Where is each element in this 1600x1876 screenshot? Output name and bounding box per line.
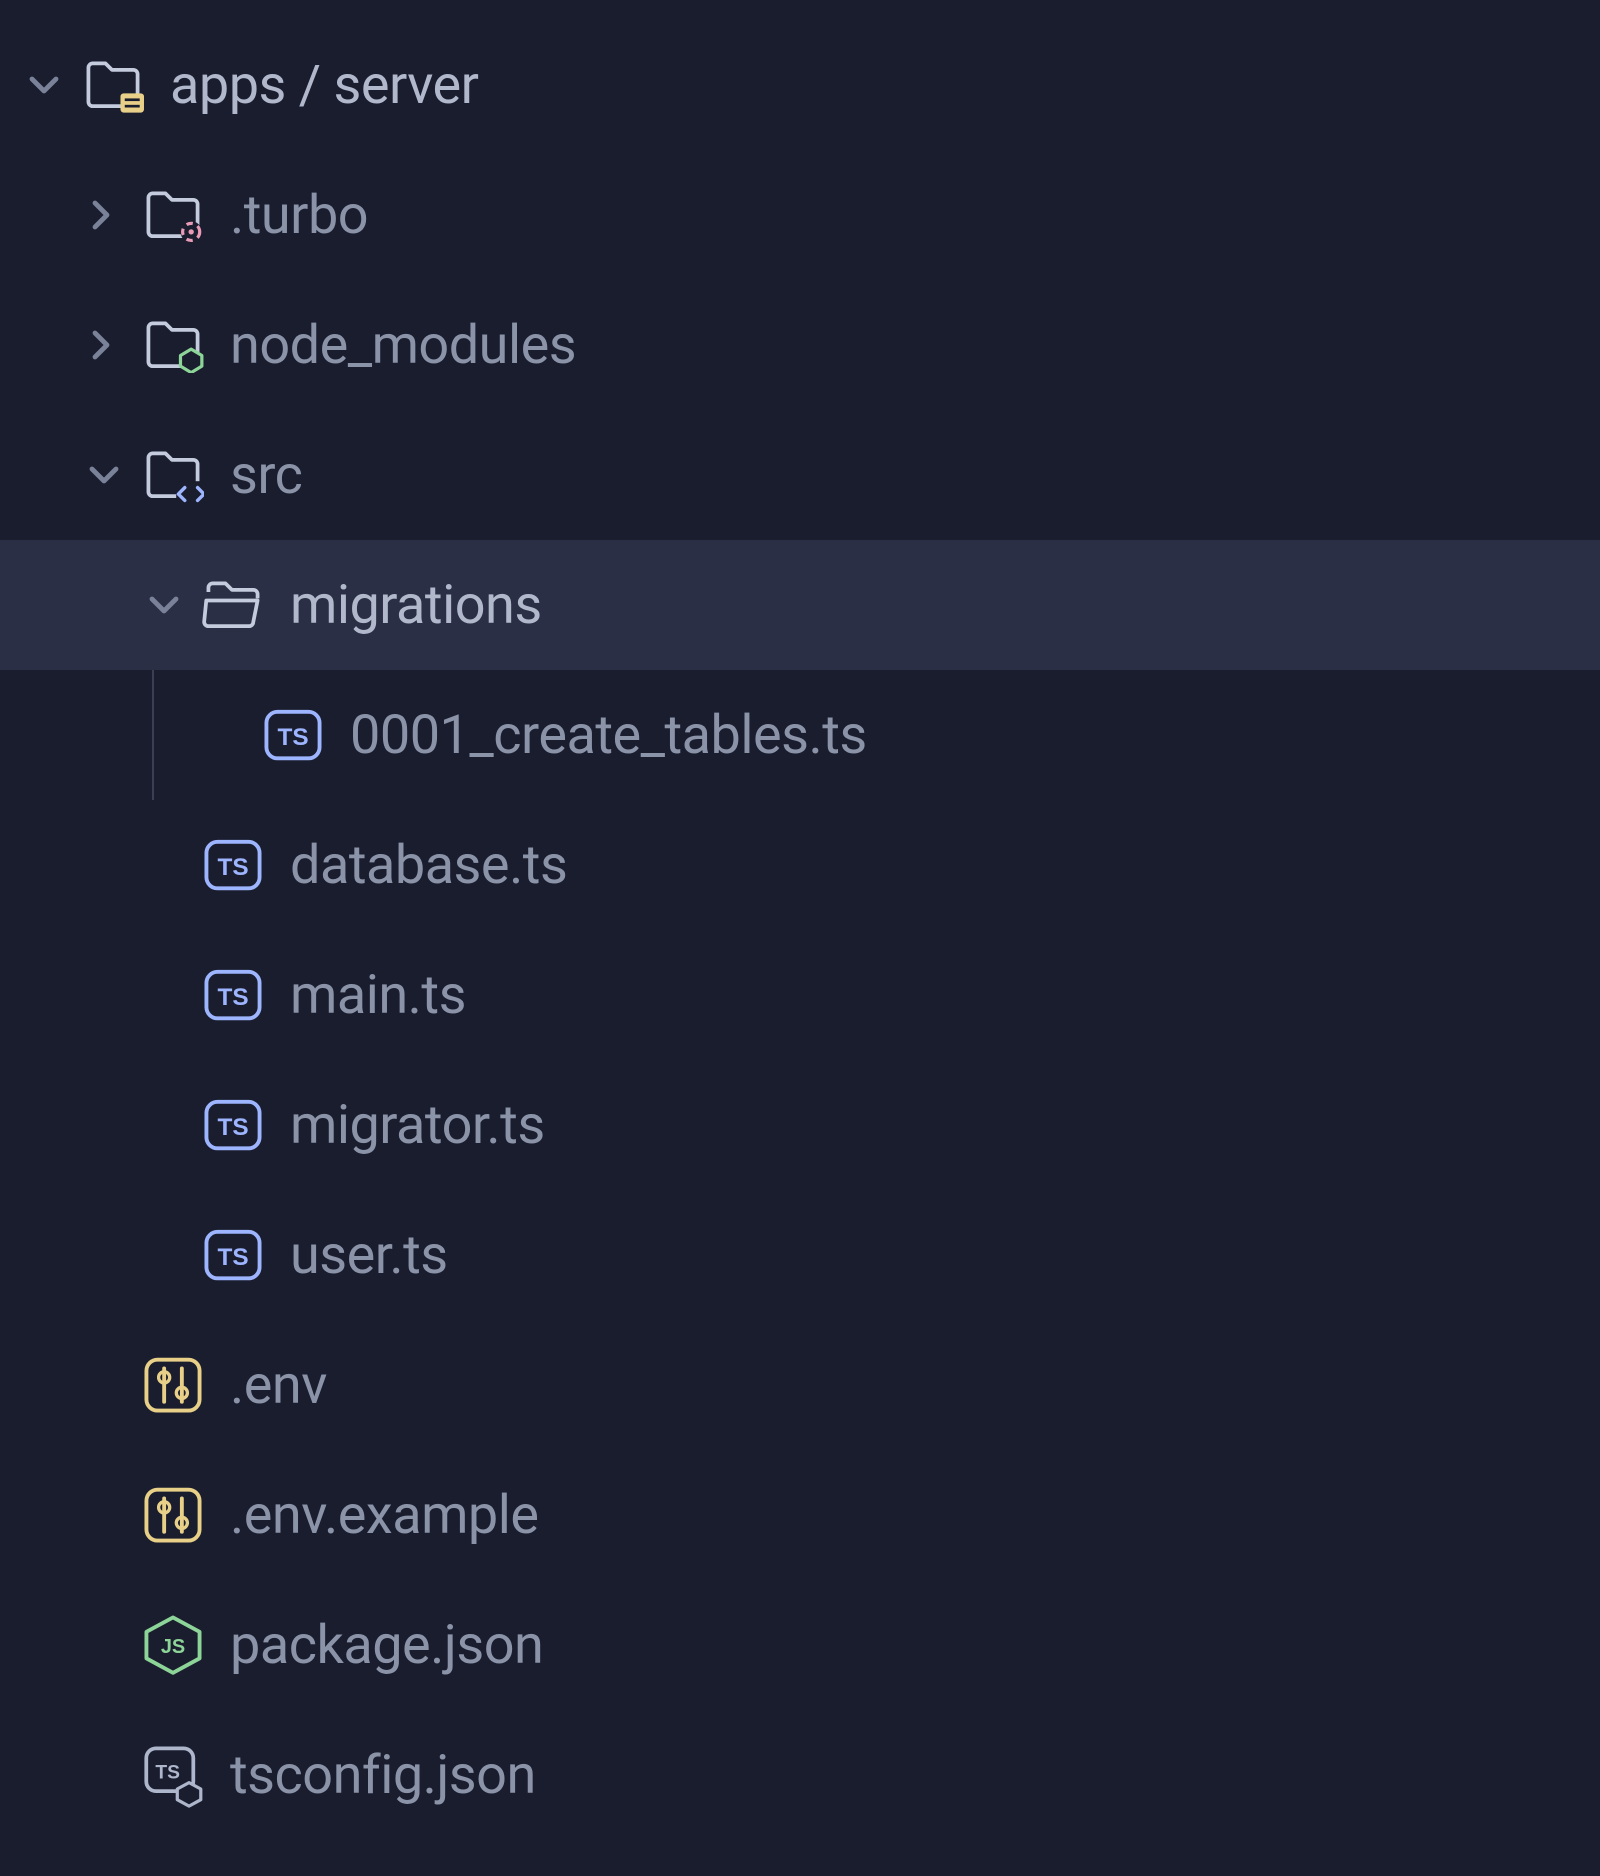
tree-item-migrations[interactable]: migrations xyxy=(0,540,1600,670)
chevron-down-icon xyxy=(140,581,188,629)
indent-guide xyxy=(152,670,200,800)
tree-item-label: .turbo xyxy=(230,184,368,247)
chevron-down-icon xyxy=(20,61,68,109)
tree-item-file-user[interactable]: user.ts xyxy=(0,1190,1600,1320)
tree-item-file-database[interactable]: database.ts xyxy=(0,800,1600,930)
tsconfig-file-icon xyxy=(142,1744,204,1806)
chevron-right-icon xyxy=(80,191,128,239)
tree-item-label: user.ts xyxy=(290,1224,448,1287)
tree-item-label: node_modules xyxy=(230,314,576,377)
tree-item-src[interactable]: src xyxy=(0,410,1600,540)
tree-item-label: .env xyxy=(230,1354,327,1417)
chevron-right-icon xyxy=(80,321,128,369)
tree-item-label: 0001_create_tables.ts xyxy=(350,704,867,767)
tree-item-file-main[interactable]: main.ts xyxy=(0,930,1600,1060)
tree-item-label: database.ts xyxy=(290,834,567,897)
typescript-file-icon xyxy=(202,964,264,1026)
tree-item-label: apps / server xyxy=(170,54,478,117)
tree-item-label: tsconfig.json xyxy=(230,1744,536,1807)
file-tree: apps / server .turbo node_modules xyxy=(0,0,1600,1840)
env-file-icon xyxy=(142,1354,204,1416)
tree-item-label: main.ts xyxy=(290,964,466,1027)
tree-item-file-tsconfig[interactable]: tsconfig.json xyxy=(0,1710,1600,1840)
tree-item-label: src xyxy=(230,444,302,507)
typescript-file-icon xyxy=(202,1224,264,1286)
typescript-file-icon xyxy=(202,1094,264,1156)
tree-item-file-package[interactable]: package.json xyxy=(0,1580,1600,1710)
typescript-file-icon xyxy=(262,704,324,766)
nodejs-file-icon xyxy=(142,1614,204,1676)
folder-root-icon xyxy=(82,54,144,116)
folder-node-modules-icon xyxy=(142,314,204,376)
tree-item-label: migrator.ts xyxy=(290,1094,545,1157)
tree-item-node-modules[interactable]: node_modules xyxy=(0,280,1600,410)
tree-item-root[interactable]: apps / server xyxy=(0,20,1600,150)
folder-open-icon xyxy=(202,574,264,636)
tree-item-label: .env.example xyxy=(230,1484,539,1547)
tree-item-file-0001[interactable]: 0001_create_tables.ts xyxy=(0,670,1600,800)
tree-item-file-env[interactable]: .env xyxy=(0,1320,1600,1450)
tree-item-file-migrator[interactable]: migrator.ts xyxy=(0,1060,1600,1190)
env-file-icon xyxy=(142,1484,204,1546)
folder-turbo-icon xyxy=(142,184,204,246)
tree-item-label: migrations xyxy=(290,574,542,637)
typescript-file-icon xyxy=(202,834,264,896)
chevron-down-icon xyxy=(80,451,128,499)
tree-item-file-env-example[interactable]: .env.example xyxy=(0,1450,1600,1580)
tree-item-turbo[interactable]: .turbo xyxy=(0,150,1600,280)
tree-item-label: package.json xyxy=(230,1614,543,1677)
folder-src-icon xyxy=(142,444,204,506)
